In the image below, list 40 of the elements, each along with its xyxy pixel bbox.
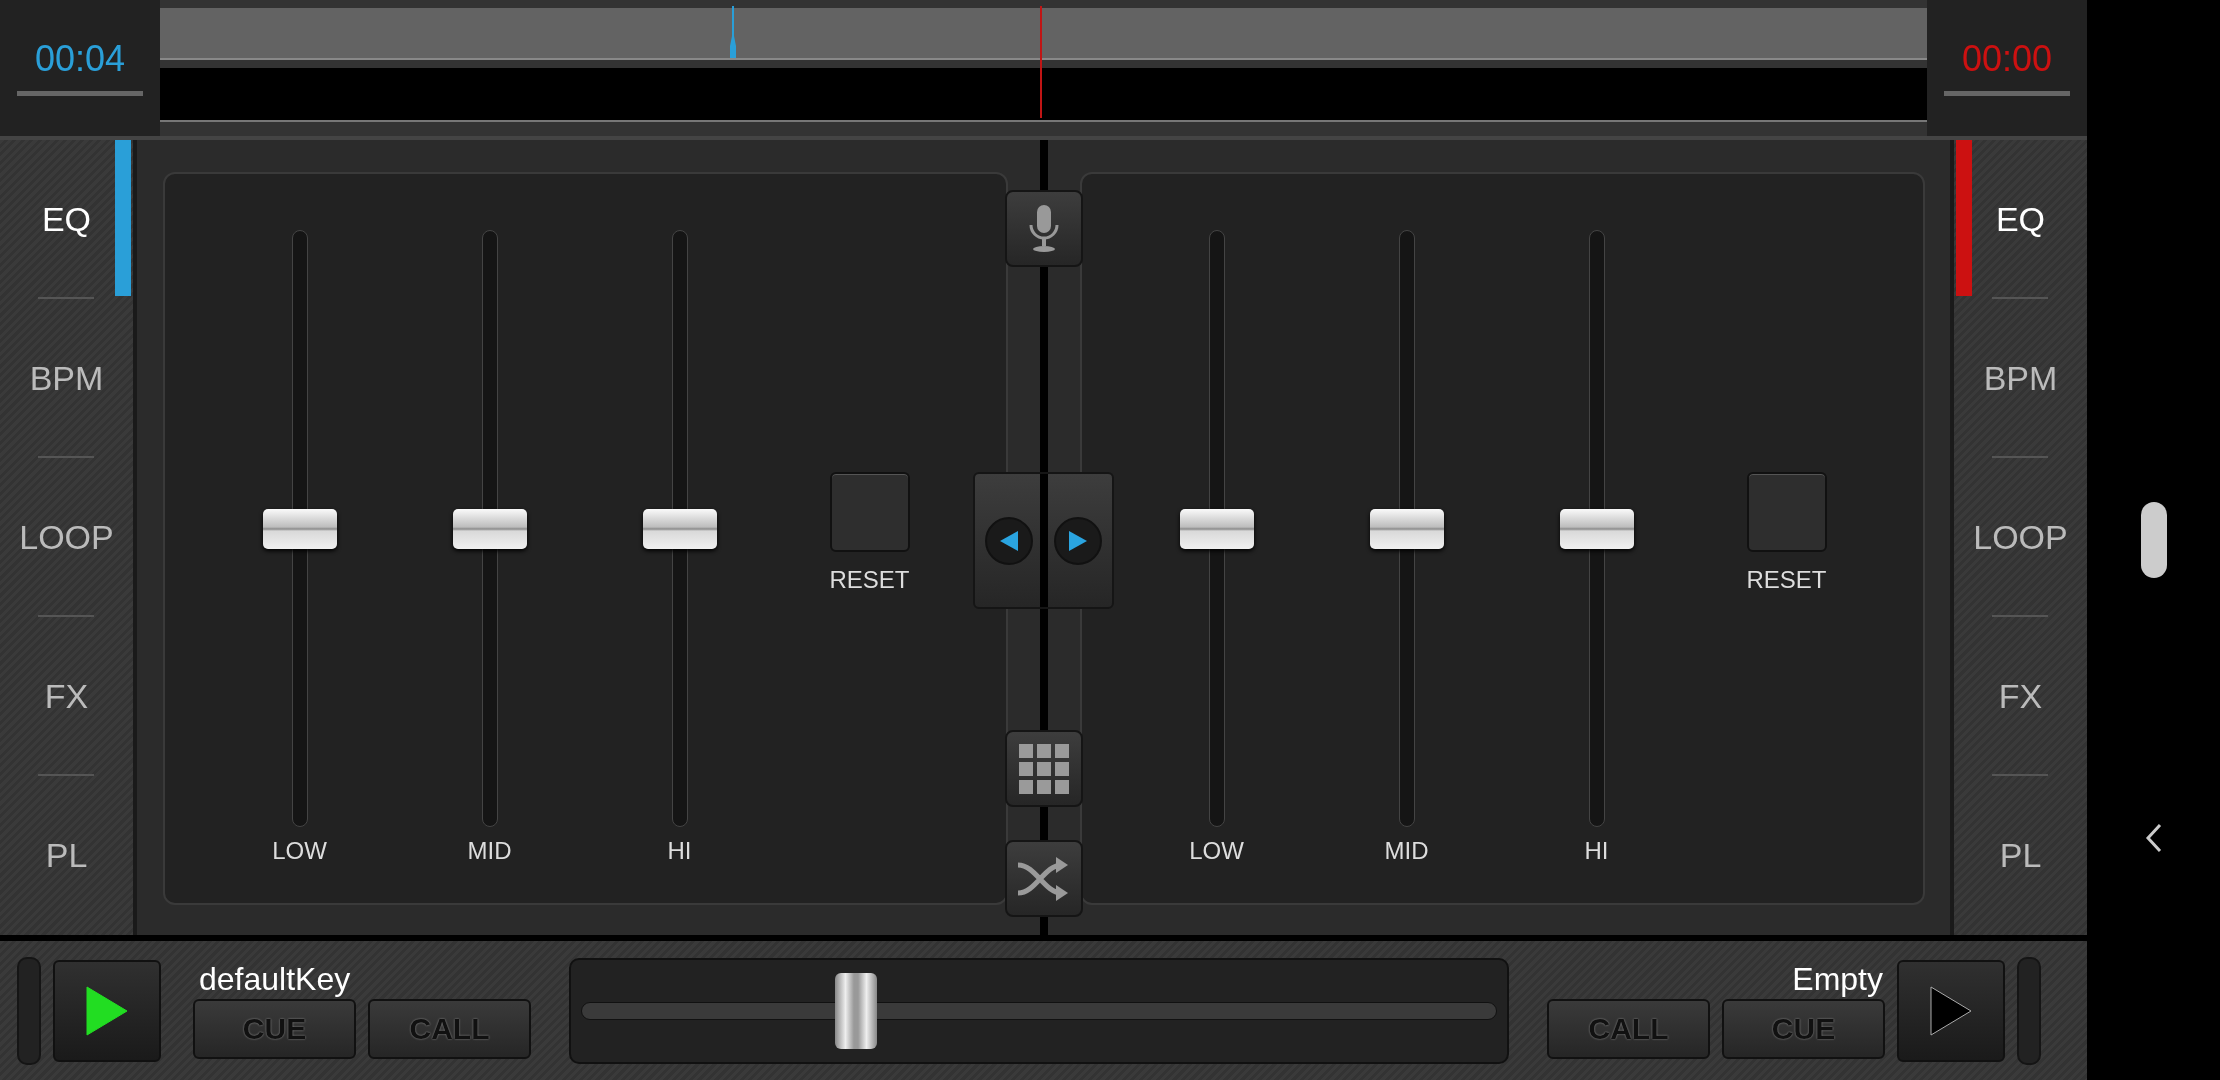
side-tab[interactable]: EQ	[1987, 194, 2054, 245]
shuffle-button[interactable]	[1004, 840, 1083, 917]
side-tab[interactable]: PL	[37, 830, 96, 881]
eq-slider-thumb[interactable]	[642, 508, 717, 549]
left-arrow-icon	[1000, 530, 1019, 551]
eq-band-label: MID	[467, 839, 512, 863]
play-icon	[85, 984, 129, 1037]
eq-slider-thumb[interactable]	[1559, 508, 1634, 549]
side-tab[interactable]: BPM	[21, 353, 112, 404]
side-tab[interactable]: FX	[36, 671, 97, 722]
eq-band-label: LOW	[272, 839, 327, 863]
side-tab[interactable]: FX	[1990, 671, 2051, 722]
track-title: Empty	[1792, 962, 1883, 995]
time-readout: 00:04	[34, 40, 126, 77]
eq-slider-thumb[interactable]	[262, 508, 337, 549]
eq-band-label: HI	[1584, 839, 1609, 863]
position-marker	[727, 6, 739, 58]
time-readout: 00:00	[1961, 40, 2053, 77]
grid-icon	[1018, 743, 1069, 794]
eq-slider-thumb[interactable]	[452, 508, 527, 549]
side-tab[interactable]: LOOP	[11, 512, 122, 563]
play-icon	[1929, 984, 1973, 1037]
back-icon[interactable]	[2144, 823, 2163, 853]
right-arrow-icon	[1068, 530, 1087, 551]
eq-band-label: MID	[1384, 839, 1429, 863]
eq-slider-thumb[interactable]	[1369, 508, 1444, 549]
side-tab[interactable]: LOOP	[1965, 512, 2076, 563]
side-tab[interactable]: BPM	[1975, 353, 2066, 404]
eq-slider-thumb[interactable]	[1179, 508, 1254, 549]
crossfader-thumb[interactable]	[835, 972, 878, 1049]
eq-band-label: HI	[667, 839, 692, 863]
track-title: defaultKey	[199, 962, 352, 995]
side-tab[interactable]: EQ	[33, 194, 100, 245]
eq-band-label: LOW	[1189, 839, 1244, 863]
reset-label: RESET	[829, 565, 910, 595]
microphone-button[interactable]	[1004, 190, 1083, 267]
side-tab[interactable]: PL	[1991, 830, 2050, 881]
reset-label: RESET	[1746, 565, 1827, 595]
sampler-button[interactable]	[1004, 730, 1083, 807]
play-button[interactable]	[53, 959, 161, 1062]
